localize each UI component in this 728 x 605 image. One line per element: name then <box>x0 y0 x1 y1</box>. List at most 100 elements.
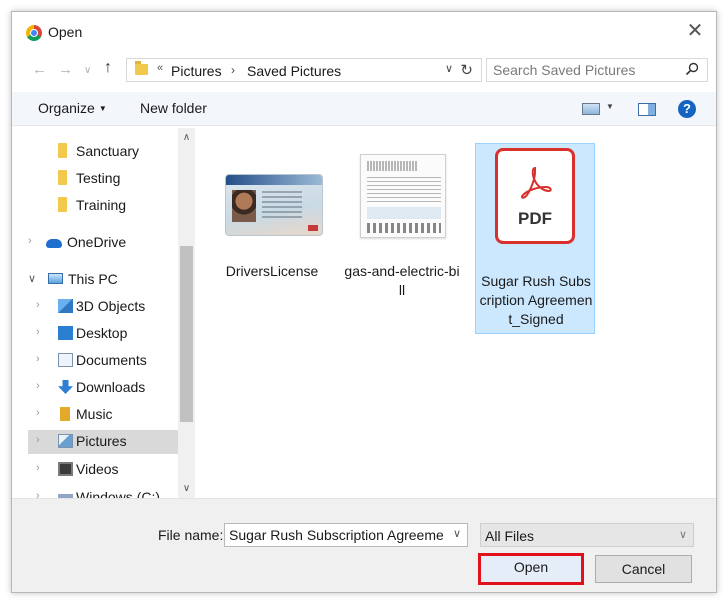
documents-icon <box>58 353 73 367</box>
navigation-scrollbar[interactable]: ∧ ∨ <box>178 128 195 498</box>
breadcrumb-separator[interactable]: › <box>231 63 235 77</box>
sidebar-item-label: Downloads <box>76 379 146 395</box>
file-name-combobox[interactable]: ∨ <box>224 523 468 547</box>
file-thumbnail <box>342 134 462 254</box>
sidebar-item-label: Documents <box>76 352 147 368</box>
file-name: Sugar Rush Subscription Agreement_Signed <box>479 273 593 327</box>
file-type-value: All Files <box>485 528 535 544</box>
sidebar-item-label: Training <box>76 197 127 213</box>
breadcrumb-overflow[interactable]: « <box>157 62 163 74</box>
open-button[interactable]: Open <box>478 553 584 585</box>
preview-pane-icon[interactable] <box>638 103 656 116</box>
sidebar-item-label: This PC <box>68 271 118 287</box>
breadcrumb-saved-pictures[interactable]: Saved Pictures <box>247 63 341 79</box>
expand-arrow-icon[interactable]: › <box>36 353 40 365</box>
chevron-down-icon[interactable]: ∨ <box>679 528 687 541</box>
dialog-title: Open <box>48 24 83 40</box>
expand-arrow-icon[interactable]: › <box>36 299 40 311</box>
organize-label: Organize <box>38 100 95 116</box>
pdf-icon: PDF <box>495 148 575 244</box>
file-thumbnail <box>212 134 332 254</box>
expand-arrow-icon[interactable]: › <box>36 490 40 498</box>
expand-arrow-icon[interactable]: › <box>36 407 40 419</box>
expand-arrow-icon[interactable]: › <box>36 434 40 446</box>
scroll-up-arrow-icon[interactable]: ∧ <box>178 132 195 143</box>
sidebar-item-training[interactable]: Training <box>12 194 178 218</box>
file-name: DriversLicense <box>225 263 319 279</box>
this-pc-icon <box>48 273 63 284</box>
sidebar-item-documents[interactable]: › Documents <box>12 349 178 373</box>
file-name-label: File name: <box>158 527 224 543</box>
collapse-arrow-icon[interactable]: ∨ <box>28 272 36 285</box>
acrobat-logo-icon <box>520 166 552 199</box>
sidebar-item-label: Videos <box>76 461 119 477</box>
sidebar-item-music[interactable]: › Music <box>12 403 178 427</box>
folder-icon <box>58 143 67 158</box>
sidebar-item-videos[interactable]: › Videos <box>12 458 178 482</box>
sidebar-item-label: Sanctuary <box>76 143 140 159</box>
sidebar-item-pictures[interactable]: › Pictures <box>28 430 178 454</box>
pictures-icon <box>58 434 73 448</box>
up-button[interactable]: ↑ <box>104 59 112 77</box>
file-item-sugar-rush-agreement[interactable]: PDF Sugar Rush Subscription Agreement_Si… <box>475 143 595 334</box>
sidebar-item-testing[interactable]: Testing <box>12 167 178 191</box>
file-name: gas-and-electric-bill <box>344 263 460 298</box>
recent-locations-button[interactable]: ∨ <box>84 65 91 76</box>
sidebar-item-label: 3D Objects <box>76 298 146 314</box>
back-button[interactable]: ← <box>32 61 47 78</box>
onedrive-icon <box>46 239 62 248</box>
sidebar-item-label: Testing <box>76 170 121 186</box>
sidebar-item-downloads[interactable]: › Downloads <box>12 376 178 400</box>
pdf-badge-label: PDF <box>518 209 552 228</box>
command-bar: Organize ▼ New folder ▼ ? <box>12 92 716 126</box>
footer-bar: File name: ∨ All Files ∨ Open Cancel <box>12 498 716 592</box>
3d-objects-icon <box>58 299 73 313</box>
open-dialog: Open ✕ ← → ∨ ↑ « Pictures › Saved Pictur… <box>11 11 717 593</box>
address-bar[interactable]: « Pictures › Saved Pictures ∨ ↻ <box>126 58 482 82</box>
sidebar-item-label: OneDrive <box>67 234 127 250</box>
new-folder-button[interactable]: New folder <box>140 100 207 116</box>
view-options-dropdown[interactable]: ▼ <box>606 102 614 111</box>
expand-arrow-icon[interactable]: › <box>36 380 40 392</box>
close-button[interactable]: ✕ <box>684 20 706 42</box>
breadcrumb-pictures[interactable]: Pictures <box>171 63 222 79</box>
file-list: DriversLicense gas-and-electric-bill PDF… <box>198 128 716 498</box>
forward-button[interactable]: → <box>58 61 73 78</box>
expand-arrow-icon[interactable]: › <box>36 326 40 338</box>
sidebar-item-label: Windows (C:) <box>76 489 161 498</box>
chrome-icon <box>26 25 42 41</box>
scroll-down-arrow-icon[interactable]: ∨ <box>178 483 195 494</box>
bill-document-thumbnail <box>360 154 446 238</box>
caret-down-icon: ▼ <box>98 104 107 113</box>
cancel-button[interactable]: Cancel <box>595 555 692 583</box>
navigation-pane: Sanctuary Testing Training › OneDrive ∨ … <box>12 128 195 498</box>
folder-icon <box>135 61 148 75</box>
title-bar: Open ✕ <box>12 12 716 52</box>
search-icon[interactable] <box>685 62 699 76</box>
search-box[interactable] <box>486 58 708 82</box>
expand-arrow-icon[interactable]: › <box>28 235 32 247</box>
sidebar-item-onedrive[interactable]: › OneDrive <box>12 231 178 255</box>
scrollbar-thumb[interactable] <box>180 246 193 422</box>
sidebar-item-label: Pictures <box>76 433 127 449</box>
folder-icon <box>58 197 67 212</box>
search-input[interactable] <box>493 62 673 78</box>
address-dropdown[interactable]: ∨ <box>445 62 453 75</box>
expand-arrow-icon[interactable]: › <box>36 462 40 474</box>
sidebar-item-this-pc[interactable]: ∨ This PC <box>12 268 178 292</box>
file-thumbnail: PDF <box>476 144 596 264</box>
change-view-icon[interactable] <box>582 103 600 115</box>
chevron-down-icon[interactable]: ∨ <box>453 527 461 540</box>
file-type-select[interactable]: All Files ∨ <box>480 523 694 547</box>
help-icon[interactable]: ? <box>678 100 696 118</box>
sidebar-item-windows-c[interactable]: › Windows (C:) <box>12 486 178 498</box>
sidebar-item-desktop[interactable]: › Desktop <box>12 322 178 346</box>
downloads-icon <box>58 380 73 394</box>
file-name-input[interactable] <box>229 527 443 543</box>
organize-button[interactable]: Organize ▼ <box>38 100 107 116</box>
sidebar-item-sanctuary[interactable]: Sanctuary <box>12 140 178 164</box>
refresh-button[interactable]: ↻ <box>460 61 473 79</box>
sidebar-item-3d-objects[interactable]: › 3D Objects <box>12 295 178 319</box>
videos-icon <box>58 462 73 476</box>
sidebar-item-label: Music <box>76 406 113 422</box>
